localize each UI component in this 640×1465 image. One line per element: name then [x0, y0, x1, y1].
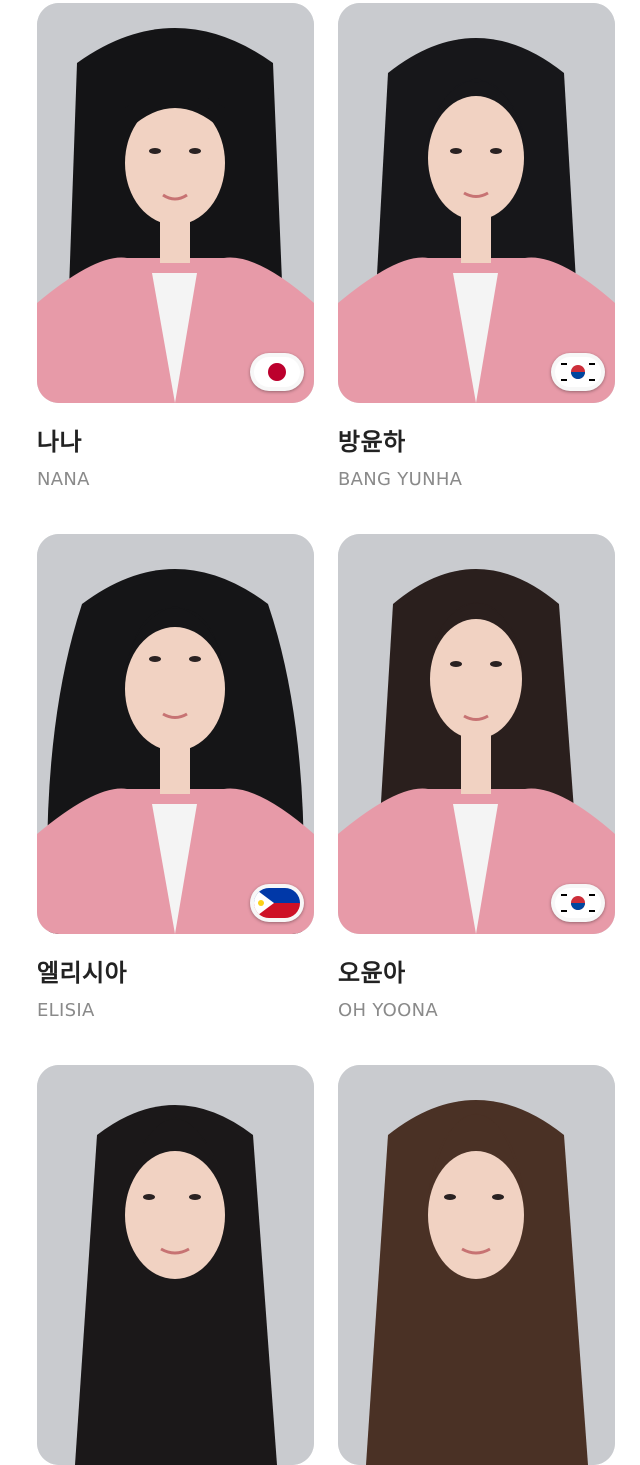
member-card-6[interactable]	[338, 1065, 615, 1465]
member-card-5[interactable]	[37, 1065, 314, 1465]
member-name-ko: 오윤아	[338, 959, 406, 987]
member-name-en: ELISIA	[37, 1000, 95, 1021]
member-name-ko: 나나	[37, 428, 83, 456]
member-card-oh-yoona[interactable]: 오윤아 OH YOONA	[338, 534, 615, 1022]
member-photo[interactable]	[37, 534, 314, 934]
member-card-elisia[interactable]: 엘리시아 ELISIA	[37, 534, 314, 1022]
portrait-image	[338, 3, 615, 403]
korea-flag-icon	[551, 884, 605, 922]
portrait-image	[338, 534, 615, 934]
member-name-en: OH YOONA	[338, 1000, 438, 1021]
member-photo[interactable]	[37, 1065, 314, 1465]
philippines-flag-icon	[250, 884, 304, 922]
member-card-bang-yunha[interactable]: 방윤하 BANG YUNHA	[338, 3, 615, 491]
member-grid: 나나 NANA 방윤하 BANG YUNHA 엘리시아 ELISIA 오윤아 O…	[0, 0, 640, 1465]
portrait-image	[37, 1065, 314, 1465]
korea-flag-icon	[551, 353, 605, 391]
portrait-image	[338, 1065, 615, 1465]
member-photo[interactable]	[37, 3, 314, 403]
japan-flag-icon	[250, 353, 304, 391]
member-photo[interactable]	[338, 534, 615, 934]
member-name-en: BANG YUNHA	[338, 469, 463, 490]
portrait-image	[37, 534, 314, 934]
member-card-nana[interactable]: 나나 NANA	[37, 3, 314, 491]
member-photo[interactable]	[338, 1065, 615, 1465]
member-name-ko: 엘리시아	[37, 959, 128, 987]
portrait-image	[37, 3, 314, 403]
member-name-ko: 방윤하	[338, 428, 406, 456]
member-name-en: NANA	[37, 469, 90, 490]
member-photo[interactable]	[338, 3, 615, 403]
